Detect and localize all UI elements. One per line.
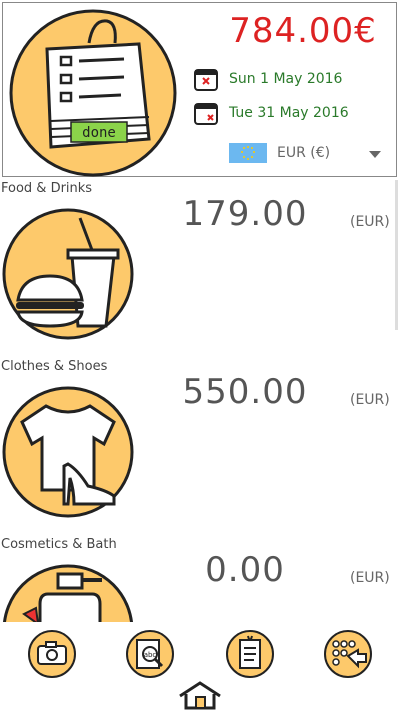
calendar-end-icon <box>194 103 218 125</box>
home-icon[interactable] <box>174 680 226 710</box>
category-name: Clothes & Shoes <box>1 359 108 374</box>
eu-flag-icon <box>229 143 267 163</box>
scrollbar[interactable] <box>395 180 398 330</box>
camera-button[interactable] <box>28 630 76 678</box>
clothes-shoes-icon <box>2 386 134 518</box>
list-item[interactable]: Food & Drinks 179.00 (EUR) <box>0 178 400 356</box>
category-list[interactable]: Food & Drinks 179.00 (EUR) Clothes & Sho… <box>0 178 400 622</box>
start-date: Sun 1 May 2016 <box>229 71 343 87</box>
text-search-button[interactable]: abc <box>126 630 174 678</box>
bottom-toolbar: abc <box>0 622 400 711</box>
category-amount: 179.00 <box>182 194 308 234</box>
currency-selector[interactable]: EUR (€) <box>229 143 330 163</box>
start-date-row[interactable]: Sun 1 May 2016 <box>193 65 342 93</box>
end-date: Tue 31 May 2016 <box>229 105 349 121</box>
camera-icon <box>37 641 67 665</box>
text-search-icon: abc <box>136 639 164 669</box>
shopping-list-logo-icon: done <box>9 9 177 177</box>
currency-label: EUR (€) <box>277 145 331 161</box>
category-unit: (EUR) <box>350 214 390 230</box>
list-item[interactable]: Clothes & Shoes 550.00 (EUR) <box>0 356 400 534</box>
keypad-arrow-button[interactable] <box>324 630 372 678</box>
calendar-start-icon <box>194 69 218 91</box>
category-amount: 0.00 <box>205 550 285 590</box>
category-name: Food & Drinks <box>1 181 93 196</box>
document-button[interactable] <box>226 630 274 678</box>
category-name: Cosmetics & Bath <box>1 537 117 552</box>
list-item[interactable]: Cosmetics & Bath 0.00 (EUR) <box>0 534 400 622</box>
summary-header: done 784.00€ Sun 1 May 2016 Tue 31 May 2… <box>2 2 397 177</box>
total-amount: 784.00€ <box>229 11 377 51</box>
category-unit: (EUR) <box>350 570 390 586</box>
done-badge: done <box>82 125 116 141</box>
food-drinks-icon <box>2 208 134 340</box>
document-icon <box>239 635 261 669</box>
category-amount: 550.00 <box>182 372 308 412</box>
category-unit: (EUR) <box>350 392 390 408</box>
keypad-arrow-icon <box>332 640 367 669</box>
svg-text:abc: abc <box>144 651 157 659</box>
cosmetics-bath-icon <box>2 564 134 622</box>
chevron-down-icon[interactable] <box>369 151 381 158</box>
end-date-row[interactable]: Tue 31 May 2016 <box>193 99 349 127</box>
